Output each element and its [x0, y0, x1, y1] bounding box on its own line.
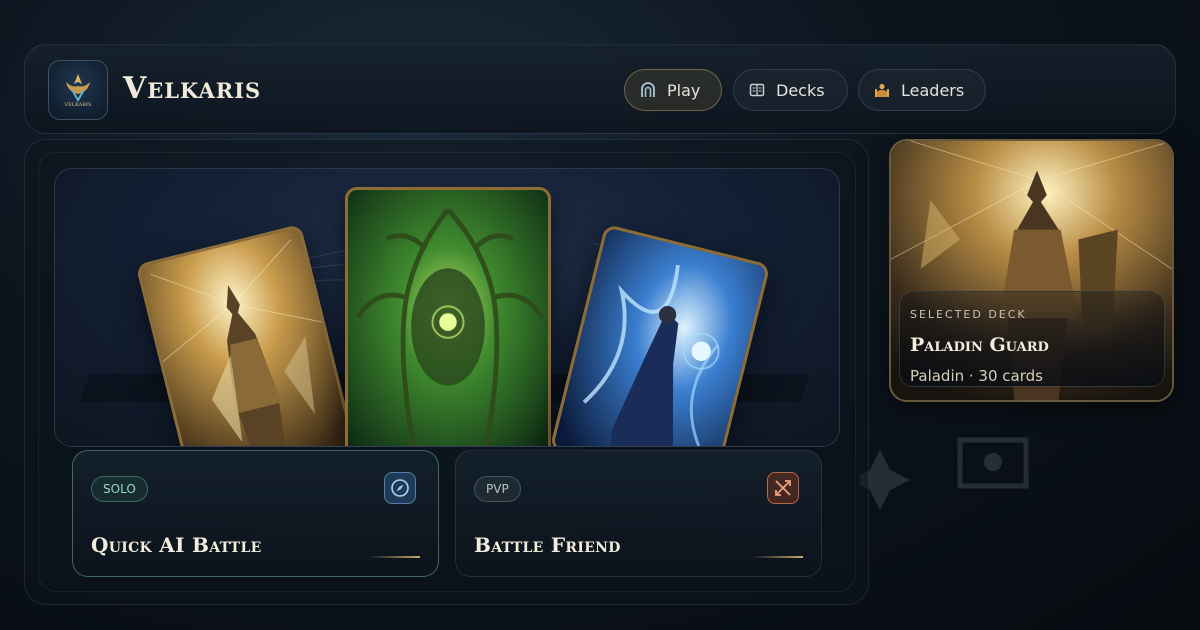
- treant-card[interactable]: [345, 187, 551, 446]
- leader-icon: [873, 81, 891, 99]
- compass-icon: [384, 472, 416, 504]
- quick-ai-battle-card[interactable]: SOLO Quick AI Battle: [72, 450, 439, 577]
- deck-name: Paladin Guard: [910, 334, 1049, 356]
- battle-friend-card[interactable]: PVP Battle Friend: [455, 450, 822, 577]
- battle-friend-title: Battle Friend: [474, 533, 621, 557]
- nav-play[interactable]: Play: [624, 69, 722, 111]
- quick-ai-battle-title: Quick AI Battle: [91, 533, 262, 557]
- nav-decks[interactable]: Decks: [733, 69, 848, 111]
- selected-deck-label: SELECTED DECK: [910, 308, 1027, 321]
- background-decor-icon: [860, 437, 1029, 510]
- nav-play-label: Play: [667, 80, 701, 100]
- swords-icon: [767, 472, 799, 504]
- pvp-badge: PVP: [474, 476, 521, 502]
- brand-title: Velkaris: [123, 71, 262, 106]
- accent-line: [751, 556, 803, 558]
- nav-leaders-label: Leaders: [901, 80, 965, 100]
- deck-meta: Paladin · 30 cards: [910, 367, 1043, 385]
- svg-text:VELKARIS: VELKARIS: [64, 102, 92, 108]
- logo[interactable]: VELKARIS: [48, 60, 108, 120]
- top-bar: VELKARIS Velkaris Play Decks Leaders: [24, 44, 1176, 134]
- deck-info-panel: SELECTED DECK Paladin Guard Paladin · 30…: [899, 291, 1165, 387]
- arch-icon: [639, 81, 657, 99]
- nav-leaders[interactable]: Leaders: [858, 69, 986, 111]
- crest-icon: VELKARIS: [64, 74, 92, 108]
- nav-decks-label: Decks: [776, 80, 825, 100]
- solo-badge: SOLO: [91, 476, 148, 502]
- accent-line: [368, 556, 420, 558]
- card-showcase: [54, 168, 840, 447]
- selected-deck-card[interactable]: SELECTED DECK Paladin Guard Paladin · 30…: [889, 139, 1174, 402]
- book-icon: [748, 81, 766, 99]
